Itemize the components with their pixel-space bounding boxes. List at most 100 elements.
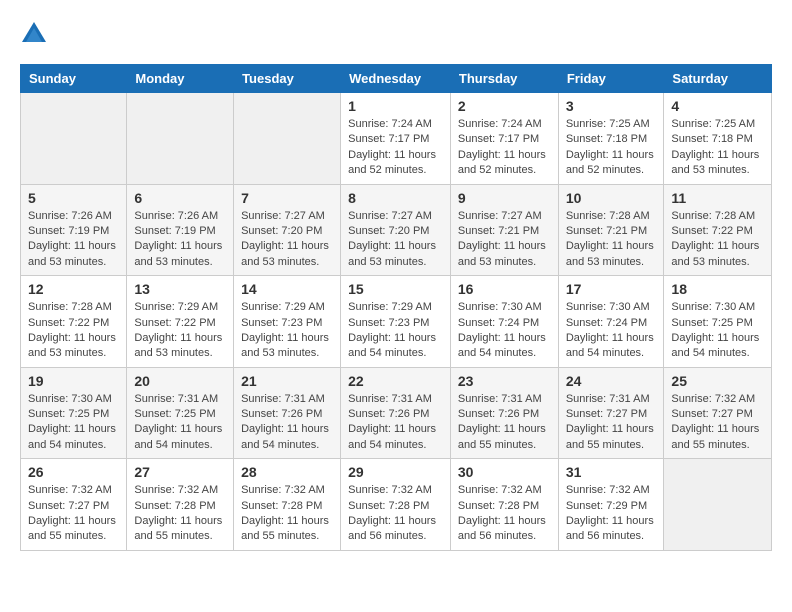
day-cell: 12 Sunrise: 7:28 AM Sunset: 7:22 PM Dayli… — [21, 276, 127, 368]
day-number: 18 — [671, 281, 764, 297]
week-row-2: 5 Sunrise: 7:26 AM Sunset: 7:19 PM Daylig… — [21, 184, 772, 276]
page-header — [20, 20, 772, 48]
day-cell: 17Sunrise: 7:30 AM Sunset: 7:24 PM Dayli… — [558, 276, 664, 368]
day-number: 22 — [348, 373, 443, 389]
day-number: 13 — [134, 281, 226, 297]
day-cell: 7Sunrise: 7:27 AM Sunset: 7:20 PM Daylig… — [234, 184, 341, 276]
day-info: Sunrise: 7:28 AM Sunset: 7:21 PM Dayligh… — [566, 209, 657, 271]
week-row-1: 1 Sunrise: 7:24 AM Sunset: 7:17 PM Daylig… — [21, 93, 772, 185]
day-info: Sunrise: 7:27 AM Sunset: 7:20 PM Dayligh… — [348, 209, 443, 271]
day-info: Sunrise: 7:31 AM Sunset: 7:26 PM Dayligh… — [348, 392, 443, 454]
day-cell: 6 Sunrise: 7:26 AM Sunset: 7:19 PM Daylig… — [127, 184, 234, 276]
day-number: 15 — [348, 281, 443, 297]
day-number: 24 — [566, 373, 657, 389]
day-cell: 20Sunrise: 7:31 AM Sunset: 7:25 PM Dayli… — [127, 367, 234, 459]
day-cell — [234, 93, 341, 185]
day-cell: 10Sunrise: 7:28 AM Sunset: 7:21 PM Dayli… — [558, 184, 664, 276]
day-cell: 19 Sunrise: 7:30 AM Sunset: 7:25 PM Dayli… — [21, 367, 127, 459]
day-number: 8 — [348, 190, 443, 206]
weekday-header-thursday: Thursday — [450, 65, 558, 93]
day-info: Sunrise: 7:30 AM Sunset: 7:24 PM Dayligh… — [458, 300, 551, 362]
day-number: 14 — [241, 281, 333, 297]
day-cell: 29 Sunrise: 7:32 AM Sunset: 7:28 PM Dayli… — [341, 459, 451, 551]
day-info: Sunrise: 7:32 AM Sunset: 7:28 PM Dayligh… — [458, 483, 551, 545]
day-cell: 3Sunrise: 7:25 AM Sunset: 7:18 PM Daylig… — [558, 93, 664, 185]
day-cell — [127, 93, 234, 185]
day-cell: 8 Sunrise: 7:27 AM Sunset: 7:20 PM Daylig… — [341, 184, 451, 276]
day-number: 28 — [241, 464, 333, 480]
day-number: 16 — [458, 281, 551, 297]
day-info: Sunrise: 7:29 AM Sunset: 7:23 PM Dayligh… — [241, 300, 333, 362]
day-cell: 23Sunrise: 7:31 AM Sunset: 7:26 PM Dayli… — [450, 367, 558, 459]
day-number: 4 — [671, 98, 764, 114]
day-number: 20 — [134, 373, 226, 389]
day-number: 6 — [134, 190, 226, 206]
day-number: 30 — [458, 464, 551, 480]
day-cell: 22 Sunrise: 7:31 AM Sunset: 7:26 PM Dayli… — [341, 367, 451, 459]
day-number: 19 — [28, 373, 119, 389]
day-info: Sunrise: 7:30 AM Sunset: 7:25 PM Dayligh… — [671, 300, 764, 362]
day-cell — [664, 459, 772, 551]
day-number: 21 — [241, 373, 333, 389]
day-cell: 30 Sunrise: 7:32 AM Sunset: 7:28 PM Dayli… — [450, 459, 558, 551]
week-row-3: 12 Sunrise: 7:28 AM Sunset: 7:22 PM Dayli… — [21, 276, 772, 368]
weekday-header-row: SundayMondayTuesdayWednesdayThursdayFrid… — [21, 65, 772, 93]
day-info: Sunrise: 7:25 AM Sunset: 7:18 PM Dayligh… — [671, 117, 764, 179]
day-info: Sunrise: 7:27 AM Sunset: 7:21 PM Dayligh… — [458, 209, 551, 271]
day-number: 17 — [566, 281, 657, 297]
day-number: 29 — [348, 464, 443, 480]
day-number: 26 — [28, 464, 119, 480]
day-info: Sunrise: 7:31 AM Sunset: 7:26 PM Dayligh… — [241, 392, 333, 454]
weekday-header-friday: Friday — [558, 65, 664, 93]
day-cell: 16 Sunrise: 7:30 AM Sunset: 7:24 PM Dayli… — [450, 276, 558, 368]
day-number: 27 — [134, 464, 226, 480]
day-number: 1 — [348, 98, 443, 114]
day-info: Sunrise: 7:32 AM Sunset: 7:29 PM Dayligh… — [566, 483, 657, 545]
day-number: 11 — [671, 190, 764, 206]
day-info: Sunrise: 7:30 AM Sunset: 7:25 PM Dayligh… — [28, 392, 119, 454]
day-cell: 28 Sunrise: 7:32 AM Sunset: 7:28 PM Dayli… — [234, 459, 341, 551]
day-info: Sunrise: 7:24 AM Sunset: 7:17 PM Dayligh… — [458, 117, 551, 179]
day-cell: 5 Sunrise: 7:26 AM Sunset: 7:19 PM Daylig… — [21, 184, 127, 276]
weekday-header-sunday: Sunday — [21, 65, 127, 93]
day-cell: 27 Sunrise: 7:32 AM Sunset: 7:28 PM Dayli… — [127, 459, 234, 551]
day-cell: 9 Sunrise: 7:27 AM Sunset: 7:21 PM Daylig… — [450, 184, 558, 276]
day-cell: 1Sunrise: 7:24 AM Sunset: 7:17 PM Daylig… — [341, 93, 451, 185]
logo — [20, 20, 52, 48]
day-number: 5 — [28, 190, 119, 206]
day-info: Sunrise: 7:26 AM Sunset: 7:19 PM Dayligh… — [28, 209, 119, 271]
day-info: Sunrise: 7:32 AM Sunset: 7:27 PM Dayligh… — [671, 392, 764, 454]
week-row-5: 26 Sunrise: 7:32 AM Sunset: 7:27 PM Dayli… — [21, 459, 772, 551]
day-info: Sunrise: 7:26 AM Sunset: 7:19 PM Dayligh… — [134, 209, 226, 271]
day-cell: 24Sunrise: 7:31 AM Sunset: 7:27 PM Dayli… — [558, 367, 664, 459]
weekday-header-tuesday: Tuesday — [234, 65, 341, 93]
day-cell: 14 Sunrise: 7:29 AM Sunset: 7:23 PM Dayli… — [234, 276, 341, 368]
day-cell — [21, 93, 127, 185]
day-number: 25 — [671, 373, 764, 389]
day-cell: 25 Sunrise: 7:32 AM Sunset: 7:27 PM Dayli… — [664, 367, 772, 459]
day-cell: 18 Sunrise: 7:30 AM Sunset: 7:25 PM Dayli… — [664, 276, 772, 368]
day-info: Sunrise: 7:27 AM Sunset: 7:20 PM Dayligh… — [241, 209, 333, 271]
day-info: Sunrise: 7:32 AM Sunset: 7:28 PM Dayligh… — [134, 483, 226, 545]
day-cell: 26 Sunrise: 7:32 AM Sunset: 7:27 PM Dayli… — [21, 459, 127, 551]
day-cell: 15Sunrise: 7:29 AM Sunset: 7:23 PM Dayli… — [341, 276, 451, 368]
day-info: Sunrise: 7:32 AM Sunset: 7:27 PM Dayligh… — [28, 483, 119, 545]
day-info: Sunrise: 7:28 AM Sunset: 7:22 PM Dayligh… — [28, 300, 119, 362]
day-info: Sunrise: 7:28 AM Sunset: 7:22 PM Dayligh… — [671, 209, 764, 271]
day-number: 12 — [28, 281, 119, 297]
day-cell: 2Sunrise: 7:24 AM Sunset: 7:17 PM Daylig… — [450, 93, 558, 185]
day-cell: 4 Sunrise: 7:25 AM Sunset: 7:18 PM Daylig… — [664, 93, 772, 185]
logo-icon — [20, 20, 48, 48]
day-cell: 31 Sunrise: 7:32 AM Sunset: 7:29 PM Dayli… — [558, 459, 664, 551]
weekday-header-wednesday: Wednesday — [341, 65, 451, 93]
day-number: 31 — [566, 464, 657, 480]
day-info: Sunrise: 7:29 AM Sunset: 7:22 PM Dayligh… — [134, 300, 226, 362]
day-info: Sunrise: 7:32 AM Sunset: 7:28 PM Dayligh… — [241, 483, 333, 545]
day-number: 9 — [458, 190, 551, 206]
day-cell: 13 Sunrise: 7:29 AM Sunset: 7:22 PM Dayli… — [127, 276, 234, 368]
day-info: Sunrise: 7:31 AM Sunset: 7:26 PM Dayligh… — [458, 392, 551, 454]
day-info: Sunrise: 7:32 AM Sunset: 7:28 PM Dayligh… — [348, 483, 443, 545]
day-cell: 11 Sunrise: 7:28 AM Sunset: 7:22 PM Dayli… — [664, 184, 772, 276]
day-cell: 21 Sunrise: 7:31 AM Sunset: 7:26 PM Dayli… — [234, 367, 341, 459]
day-info: Sunrise: 7:25 AM Sunset: 7:18 PM Dayligh… — [566, 117, 657, 179]
